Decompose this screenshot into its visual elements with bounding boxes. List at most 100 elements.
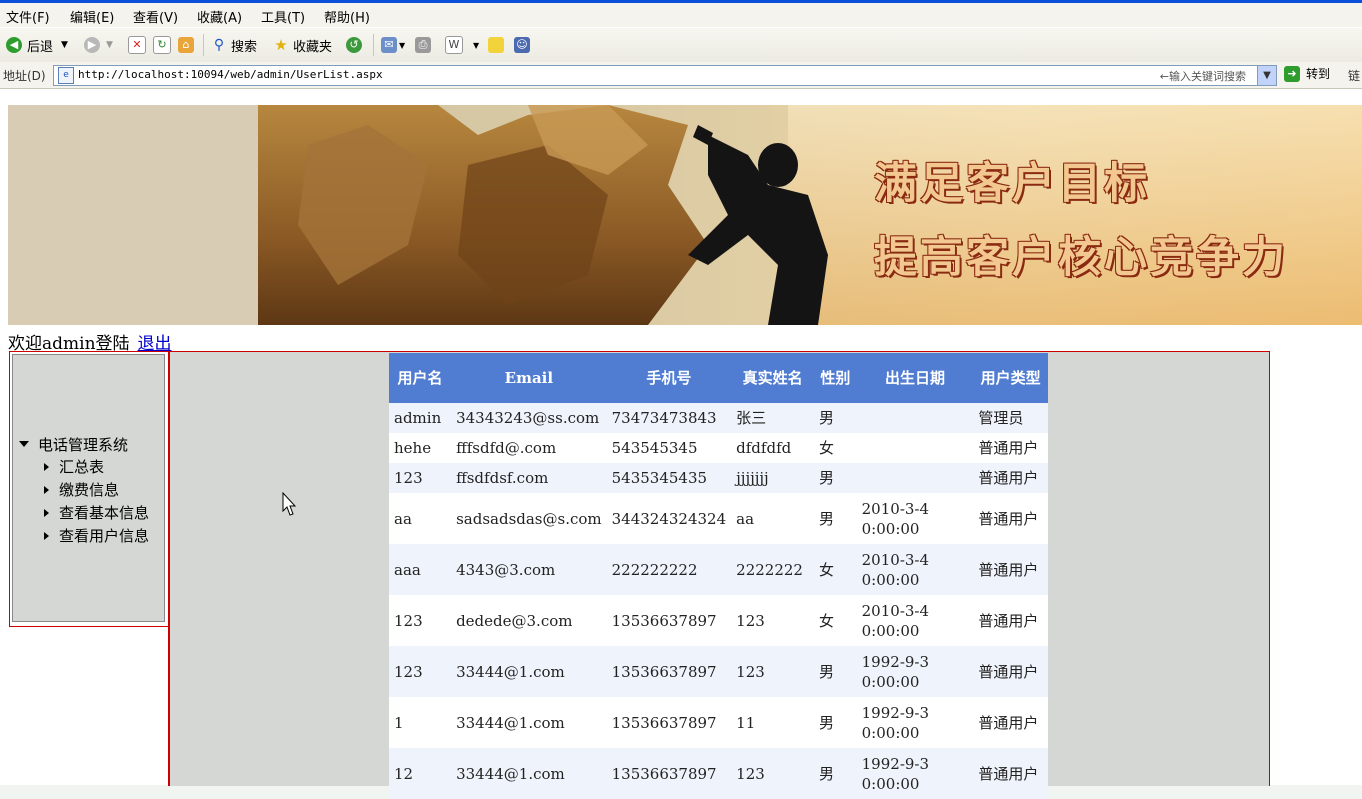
cell-type: 普通用户	[973, 493, 1048, 544]
back-button[interactable]: ◀ 后退 ▼	[6, 35, 68, 55]
user-table: 用户名 Email 手机号 真实姓名 性别 出生日期 用户类型 admin 343…	[389, 353, 1048, 799]
expand-icon[interactable]	[19, 441, 29, 447]
nav-item-label[interactable]: 查看基本信息	[59, 502, 149, 523]
stop-button[interactable]: ✕	[128, 35, 146, 55]
cell-gender: 男	[814, 697, 857, 748]
climber-banner-graphic	[8, 105, 1362, 325]
collapse-arrow-icon	[44, 531, 49, 540]
cell-realname: 123	[731, 646, 814, 697]
cell-birth: 1992-9-3 0:00:00	[856, 697, 974, 748]
go-button[interactable]: ➜ 转到	[1284, 65, 1330, 82]
cell-type: 普通用户	[973, 595, 1048, 646]
column-header: 出生日期	[856, 353, 974, 403]
cell-birth: 2010-3-4 0:00:00	[856, 544, 974, 595]
cell-email: sadsadsdas@s.com	[451, 493, 607, 544]
banner-image: 满足客户目标 提高客户核心竞争力	[8, 105, 1362, 325]
messenger-button[interactable]: ☺	[514, 35, 530, 55]
column-header: Email	[451, 353, 607, 403]
address-input[interactable]: e http://localhost:10094/web/admin/UserL…	[53, 65, 1277, 86]
history-button[interactable]: ↺	[346, 35, 362, 55]
menu-view[interactable]: 查看(V)	[133, 7, 178, 26]
back-arrow-icon: ◀	[6, 37, 22, 53]
discuss-button[interactable]	[488, 35, 504, 55]
nav-item-label[interactable]: 查看用户信息	[59, 525, 149, 546]
nav-item-basic-info[interactable]: 查看基本信息	[19, 501, 149, 524]
cell-email: 33444@1.com	[451, 646, 607, 697]
sidebar-panel: 电话管理系统 汇总表 缴费信息 查看基本信息 查看用户信息	[12, 354, 165, 622]
address-label: 地址(D)	[3, 69, 46, 83]
menu-edit[interactable]: 编辑(E)	[70, 7, 114, 26]
collapse-arrow-icon	[44, 508, 49, 517]
cell-phone: 222222222	[606, 544, 732, 595]
collapse-arrow-icon	[44, 485, 49, 494]
favorites-button[interactable]: ★ 收藏夹	[273, 35, 332, 55]
menu-file[interactable]: 文件(F)	[6, 7, 50, 26]
cell-phone: 13536637897	[606, 697, 732, 748]
user-table-body: admin 34343243@ss.com 73473473843 张三男管理员 heh…	[389, 403, 1048, 799]
nav-item-payment[interactable]: 缴费信息	[19, 478, 149, 501]
cell-email: dedede@3.com	[451, 595, 607, 646]
cell-realname: jjjjjjj	[731, 463, 814, 493]
toolbar-divider	[203, 34, 204, 56]
cell-gender: 男	[814, 748, 857, 799]
cell-username: 1	[389, 697, 452, 748]
nav-item-label[interactable]: 缴费信息	[59, 479, 119, 500]
mail-icon: ✉	[381, 37, 397, 53]
cell-username: 12	[389, 748, 452, 799]
cell-username: admin	[389, 403, 452, 433]
back-label: 后退	[27, 39, 54, 55]
forward-arrow-icon: ▶	[84, 37, 100, 53]
address-dropdown-icon[interactable]: ▼	[1257, 66, 1276, 85]
nav-item-user-info[interactable]: 查看用户信息	[19, 524, 149, 547]
go-label: 转到	[1306, 67, 1331, 81]
cell-phone: 13536637897	[606, 595, 732, 646]
cell-email: 34343243@ss.com	[451, 403, 607, 433]
printer-icon: ⎙	[415, 37, 431, 53]
edit-dropdown-icon: ▼	[473, 40, 480, 50]
mail-button[interactable]: ✉ ▼	[381, 35, 405, 55]
links-label[interactable]: 链	[1348, 67, 1360, 84]
table-row: 12 33444@1.com 13536637897 123 男 1992-9-3 0:0…	[389, 748, 1048, 799]
column-header: 性别	[814, 353, 857, 403]
toolbar: ◀ 后退 ▼ ▶ ▼ ✕ ↻ ⌂ ⚲ 搜索 ★ 收藏夹 ↺ ✉ ▼ ⎙ W ▼ ☺	[0, 27, 1362, 63]
cell-gender: 女	[814, 595, 857, 646]
banner-slogan-1: 满足客户目标	[874, 159, 1150, 209]
search-button[interactable]: ⚲ 搜索	[211, 35, 257, 55]
cell-birth	[856, 463, 974, 493]
menu-help[interactable]: 帮助(H)	[324, 7, 370, 26]
nav-item-summary[interactable]: 汇总表	[19, 455, 149, 478]
cell-email: 33444@1.com	[451, 697, 607, 748]
cell-username: 123	[389, 646, 452, 697]
forward-button[interactable]: ▶ ▼	[84, 35, 113, 55]
cell-gender: 男	[814, 646, 857, 697]
keyword-search-hint[interactable]: ←输入关键词搜索	[1160, 68, 1246, 84]
tree-root-label[interactable]: 电话管理系统	[38, 434, 128, 455]
address-url[interactable]: http://localhost:10094/web/admin/UserLis…	[78, 68, 383, 81]
edit-page-icon: W	[445, 36, 463, 54]
cell-birth: 2010-3-4 0:00:00	[856, 595, 974, 646]
column-header: 用户类型	[973, 353, 1048, 403]
favorites-label: 收藏夹	[293, 39, 333, 55]
cell-realname: 2222222	[731, 544, 814, 595]
cell-type: 普通用户	[973, 748, 1048, 799]
edit-button[interactable]: W ▼	[445, 35, 479, 55]
nav-item-label[interactable]: 汇总表	[59, 456, 104, 477]
column-header: 手机号	[606, 353, 732, 403]
cell-realname: dfdfdfd	[731, 433, 814, 463]
search-label: 搜索	[231, 39, 258, 55]
home-button[interactable]: ⌂	[178, 35, 194, 55]
print-button[interactable]: ⎙	[415, 35, 431, 55]
messenger-icon: ☺	[514, 37, 530, 53]
refresh-button[interactable]: ↻	[153, 35, 171, 55]
menu-favorites[interactable]: 收藏(A)	[197, 7, 242, 26]
go-arrow-icon: ➜	[1284, 65, 1300, 82]
cell-type: 普通用户	[973, 544, 1048, 595]
cell-phone: 13536637897	[606, 748, 732, 799]
table-row: 123 dedede@3.com 13536637897 123 女 2010-3-4 0…	[389, 595, 1048, 646]
nav-tree: 电话管理系统 汇总表 缴费信息 查看基本信息 查看用户信息	[19, 433, 149, 547]
tree-root-item[interactable]: 电话管理系统	[19, 433, 149, 455]
back-dropdown-icon[interactable]: ▼	[61, 40, 68, 50]
menu-tools[interactable]: 工具(T)	[261, 7, 305, 26]
sidebar-frame: 电话管理系统 汇总表 缴费信息 查看基本信息 查看用户信息	[9, 351, 171, 627]
cell-birth: 1992-9-3 0:00:00	[856, 646, 974, 697]
